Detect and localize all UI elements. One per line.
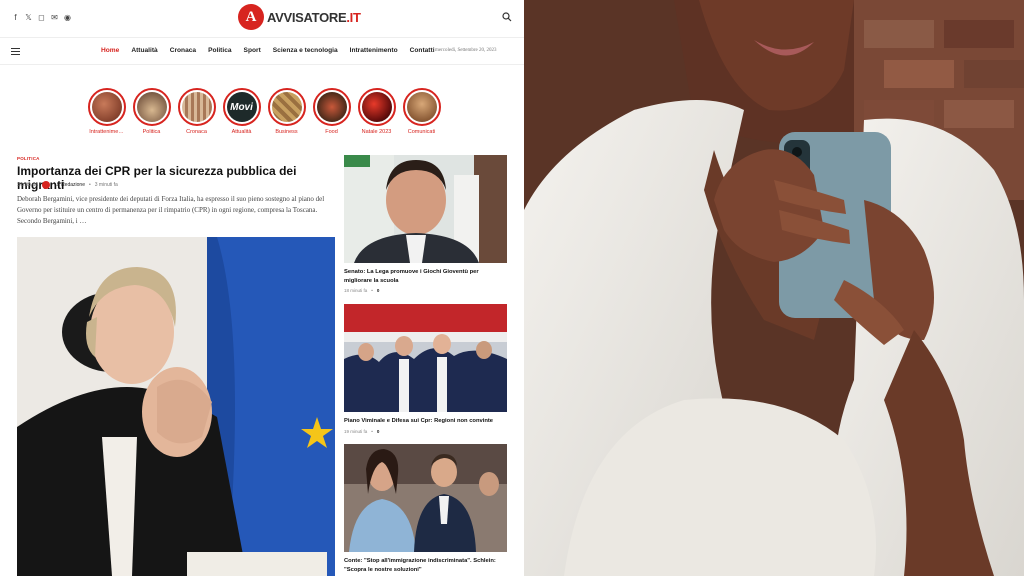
site-logo[interactable]: A AVVISATORE.IT	[238, 4, 361, 30]
logo-mark: A	[238, 4, 264, 30]
story-item[interactable]: Cronaca	[174, 88, 219, 135]
story-item[interactable]: Intrattenime…	[84, 88, 129, 135]
side-article-title[interactable]: Senato: La Lega promuove i Giochi Gioven…	[344, 268, 507, 285]
story-label: Cronaca	[186, 129, 207, 135]
story-label: Natale 2023	[361, 129, 392, 135]
nav-item-sport[interactable]: Sport	[244, 47, 261, 54]
side-article-image[interactable]	[344, 444, 507, 552]
nav-menu: Home Attualità Cronaca Politica Sport Sc…	[101, 47, 447, 54]
comment-count[interactable]: 0	[377, 288, 380, 293]
hamburger-menu-icon[interactable]	[11, 48, 20, 57]
side-article-meta: 18 minuti fa • 0	[344, 288, 507, 293]
nav-item-attualita[interactable]: Attualità	[131, 47, 157, 54]
top-bar: f 𝕏 ◻ ✉ ◉ A AVVISATORE.IT	[0, 0, 524, 38]
nav-item-intrattenimento[interactable]: Intrattenimento	[350, 47, 398, 54]
side-article[interactable]: Senato: La Lega promuove i Giochi Gioven…	[344, 155, 507, 293]
logo-name: AVVISATORE	[267, 9, 347, 25]
logo-text: AVVISATORE.IT	[267, 10, 361, 25]
story-categories: Intrattenime… Politica Cronaca Movi Attua…	[84, 88, 444, 135]
nav-item-contatti[interactable]: Contatti	[410, 47, 435, 54]
rss-icon[interactable]: ◉	[64, 13, 71, 22]
author-avatar	[42, 181, 51, 189]
nav-item-home[interactable]: Home	[101, 47, 119, 54]
side-article-time: 19 minuti fa	[344, 428, 368, 434]
side-article-time: 18 minuti fa	[344, 288, 368, 293]
story-item[interactable]: Business	[264, 88, 309, 135]
article-category[interactable]: POLITICA	[17, 156, 40, 161]
instagram-icon[interactable]: ◻	[38, 13, 45, 22]
story-label: Politica	[142, 129, 161, 135]
side-article-title[interactable]: Conte: "Stop all'immigrazione indiscrimi…	[344, 557, 507, 574]
story-item[interactable]: Natale 2023	[354, 88, 399, 135]
story-label: Intrattenime…	[89, 129, 124, 135]
logo-tld: .IT	[346, 9, 361, 25]
story-thumbnail	[91, 92, 122, 122]
article-byline: Scritto da La Redazione • 3 minuti fa	[17, 181, 118, 189]
story-item[interactable]: Comunicati	[399, 88, 444, 135]
nav-item-cronaca[interactable]: Cronaca	[170, 47, 196, 54]
article-main-image[interactable]	[17, 237, 335, 576]
search-icon[interactable]	[502, 12, 512, 22]
article-excerpt: Deborah Bergamini, vice presidente dei d…	[17, 195, 325, 225]
byline-separator: •	[88, 182, 91, 188]
nav-item-politica[interactable]: Politica	[208, 47, 231, 54]
story-label: Business	[275, 129, 298, 135]
nav-item-scienza[interactable]: Scienza e tecnologia	[273, 47, 338, 54]
side-article-title[interactable]: Piano Viminale e Difesa sui Cpr: Regioni…	[344, 417, 507, 426]
side-article-image[interactable]	[344, 155, 507, 263]
current-date: mercoledì, Settembre 20, 2023	[435, 48, 497, 53]
byline-prefix: Scritto da	[17, 182, 39, 188]
side-article-image[interactable]	[344, 304, 507, 412]
side-article[interactable]: Conte: "Stop all'immigrazione indiscrimi…	[344, 444, 507, 574]
story-thumbnail: Movi	[226, 92, 257, 122]
story-item[interactable]: Politica	[129, 88, 174, 135]
story-label: Comunicati	[407, 129, 436, 135]
story-item[interactable]: Movi Attualità	[219, 88, 264, 135]
story-thumbnail	[316, 92, 347, 122]
main-navigation: Home Attualità Cronaca Politica Sport Sc…	[0, 39, 524, 65]
x-icon[interactable]: 𝕏	[25, 13, 32, 22]
story-label: Attualità	[231, 129, 252, 135]
story-thumbnail	[406, 92, 437, 122]
facebook-icon[interactable]: f	[12, 13, 19, 22]
side-article[interactable]: Piano Viminale e Difesa sui Cpr: Regioni…	[344, 304, 507, 434]
email-icon[interactable]: ✉	[51, 13, 58, 22]
story-item[interactable]: Food	[309, 88, 354, 135]
story-thumbnail	[136, 92, 167, 122]
author-name[interactable]: La Redazione	[54, 182, 85, 188]
meta-separator: •	[371, 428, 373, 434]
hero-photo-woman-with-phone	[524, 0, 1024, 576]
meta-separator: •	[371, 288, 373, 293]
story-label: Food	[325, 129, 338, 135]
news-website: f 𝕏 ◻ ✉ ◉ A AVVISATORE.IT Home Attualità…	[0, 0, 524, 576]
article-time: 3 minuti fa	[94, 182, 118, 188]
story-thumbnail	[271, 92, 302, 122]
story-thumbnail	[361, 92, 392, 122]
side-article-meta: 19 minuti fa • 0	[344, 429, 507, 434]
comment-count[interactable]: 0	[377, 429, 380, 434]
social-links: f 𝕏 ◻ ✉ ◉	[12, 13, 71, 22]
story-thumbnail	[181, 92, 212, 122]
